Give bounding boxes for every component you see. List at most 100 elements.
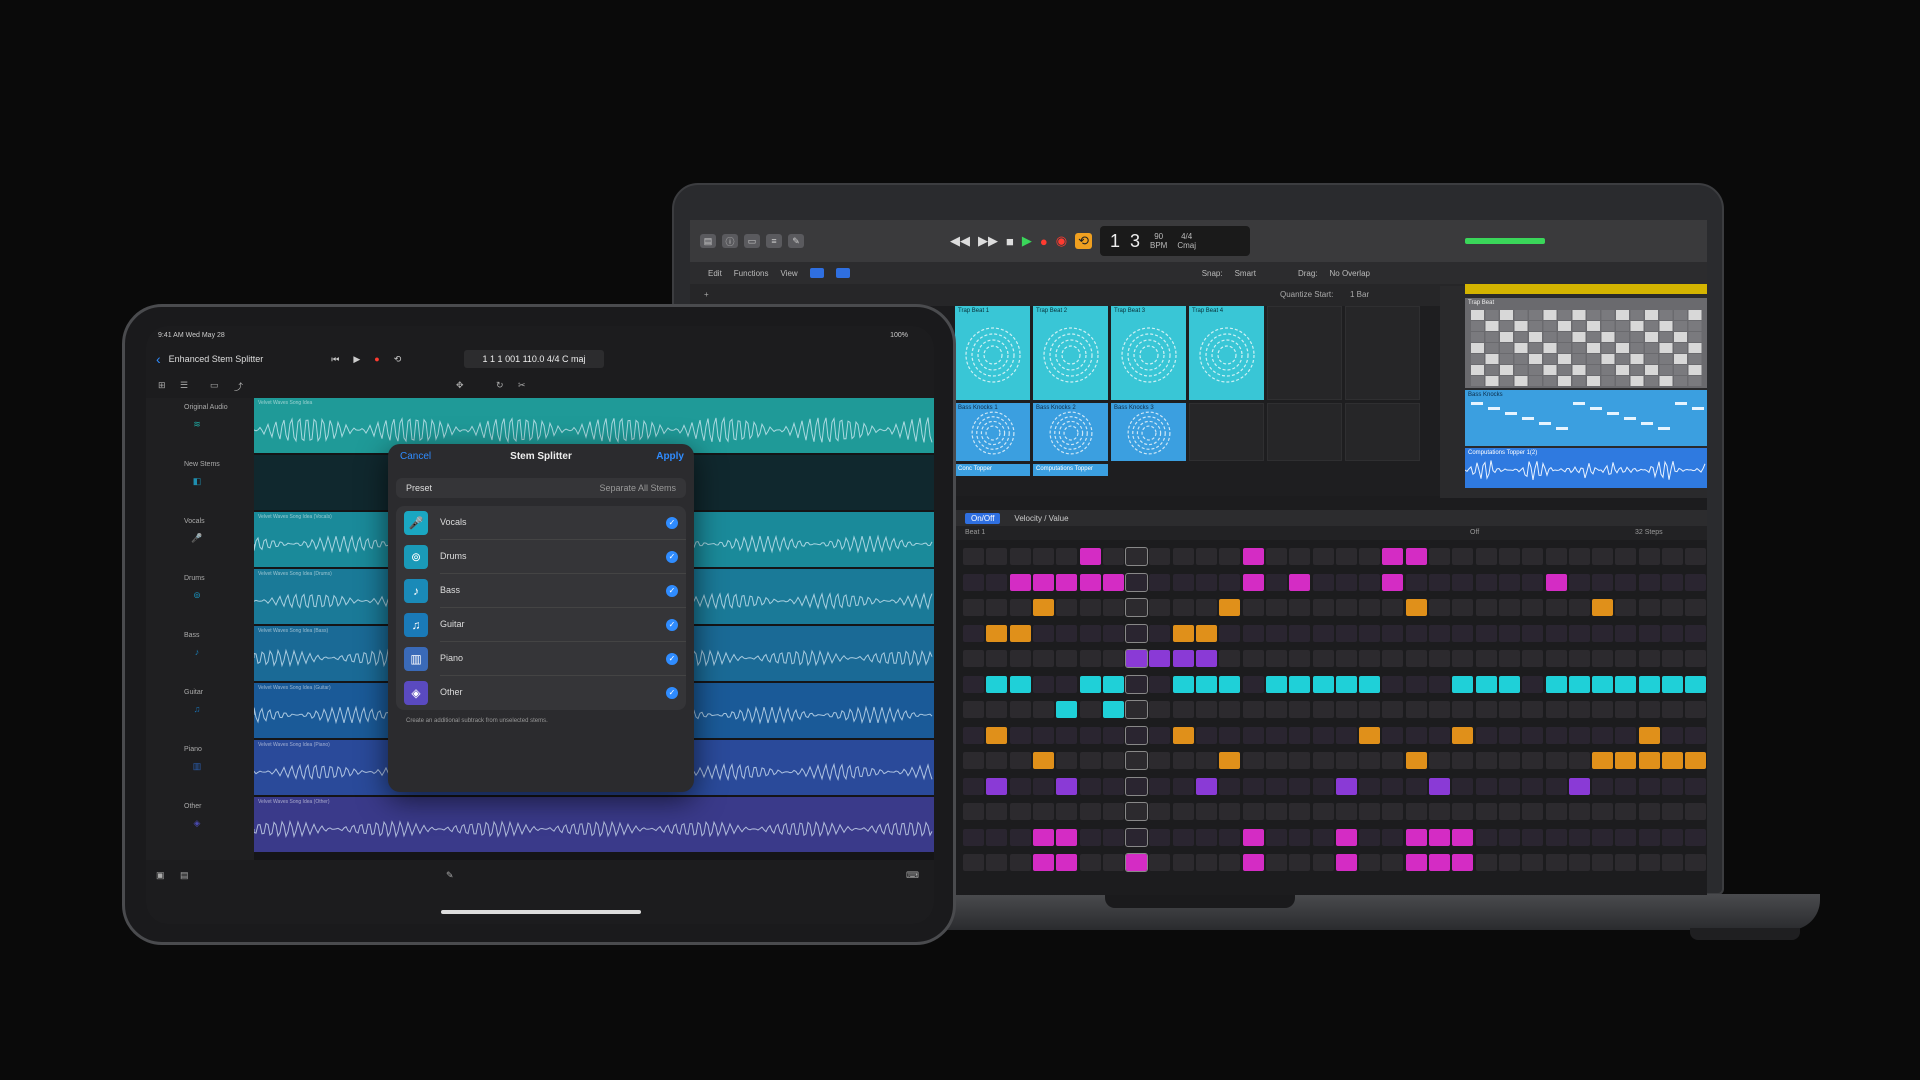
sequencer-step[interactable]	[1335, 675, 1357, 693]
sequencer-step[interactable]	[1242, 599, 1264, 616]
sequencer-step[interactable]	[1172, 803, 1194, 820]
sequencer-step[interactable]	[1242, 777, 1264, 795]
sequencer-step[interactable]	[1079, 599, 1101, 616]
sequencer-step[interactable]	[963, 752, 984, 769]
sequencer-step[interactable]	[1032, 650, 1054, 667]
region-bass-knocks[interactable]: Bass Knocks	[1465, 390, 1707, 446]
sequencer-step[interactable]	[1056, 752, 1078, 769]
sequencer-step[interactable]	[1592, 777, 1614, 795]
sequencer-step[interactable]	[1172, 675, 1194, 693]
sequencer-step[interactable]	[1359, 675, 1381, 693]
sequencer-step[interactable]	[1125, 572, 1149, 592]
sequencer-step[interactable]	[1382, 624, 1404, 642]
sequencer-step[interactable]	[1312, 675, 1334, 693]
sequencer-step[interactable]	[1405, 752, 1427, 769]
sequencer-step[interactable]	[1405, 650, 1427, 667]
sequencer-step[interactable]	[1382, 675, 1404, 693]
sequencer-step[interactable]	[1009, 777, 1031, 795]
checkmark-icon[interactable]: ✓	[666, 585, 678, 597]
sequencer-step[interactable]	[1102, 777, 1124, 795]
sequencer-step[interactable]	[1359, 650, 1381, 667]
sequencer-step[interactable]	[1592, 573, 1614, 591]
sequencer-step[interactable]	[1079, 624, 1101, 642]
sequencer-step[interactable]	[1335, 803, 1357, 820]
sequencer-step[interactable]	[1079, 777, 1101, 795]
sequencer-step[interactable]	[1405, 854, 1427, 871]
sequencer-step[interactable]	[1335, 701, 1357, 718]
velocity-mode-select[interactable]: Velocity / Value	[1014, 514, 1068, 523]
sequencer-step[interactable]	[1196, 777, 1217, 795]
live-loop-cell[interactable]	[1345, 403, 1420, 461]
sequencer-step[interactable]	[1149, 854, 1171, 871]
sequencer-step[interactable]	[1405, 803, 1427, 820]
sequencer-step[interactable]	[1662, 726, 1683, 744]
inspector-icon[interactable]: ⓘ	[722, 234, 738, 248]
sequencer-step[interactable]	[1592, 675, 1614, 693]
sequencer-step[interactable]	[1125, 649, 1149, 668]
live-loop-cell[interactable]	[1189, 403, 1264, 461]
timeline-ruler[interactable]	[1465, 284, 1707, 294]
sequencer-step[interactable]	[1102, 573, 1124, 591]
sequencer-step[interactable]	[1475, 777, 1497, 795]
sequencer-step[interactable]	[1102, 828, 1124, 846]
sequencer-step[interactable]	[1475, 599, 1497, 616]
sequencer-step[interactable]	[1359, 828, 1381, 846]
sequencer-step[interactable]	[1498, 548, 1520, 565]
snap-icon[interactable]: ✥	[456, 380, 464, 391]
checkmark-icon[interactable]: ✓	[666, 517, 678, 529]
sequencer-step[interactable]	[1289, 599, 1311, 616]
sequencer-step[interactable]	[1289, 573, 1311, 591]
sequencer-step[interactable]	[1265, 777, 1287, 795]
sequencer-step[interactable]	[1335, 650, 1357, 667]
sequencer-step[interactable]	[1265, 752, 1287, 769]
sequencer-step[interactable]	[963, 624, 984, 642]
sequencer-step[interactable]	[1219, 675, 1241, 693]
sequencer-step[interactable]	[963, 650, 984, 667]
grid-view-icon[interactable]	[809, 268, 824, 278]
sequencer-step[interactable]	[1405, 624, 1427, 642]
track-header[interactable]: New Stems ◧	[154, 461, 254, 488]
sequencer-step[interactable]	[1125, 853, 1149, 872]
sequencer-step[interactable]	[1056, 548, 1078, 565]
sequencer-step[interactable]	[1079, 573, 1101, 591]
sequencer-step[interactable]	[1265, 675, 1287, 693]
sequencer-step[interactable]	[1452, 803, 1474, 820]
forward-icon[interactable]: ▶▶	[978, 233, 998, 249]
sequencer-step[interactable]	[1102, 752, 1124, 769]
sequencer-step[interactable]	[1615, 726, 1637, 744]
sequencer-step[interactable]	[1172, 548, 1194, 565]
sequencer-step[interactable]	[1102, 803, 1124, 820]
sequencer-step[interactable]	[1545, 650, 1567, 667]
stem-row-vocals[interactable]: 🎤 Vocals ✓	[396, 506, 686, 540]
sequencer-step[interactable]	[1032, 701, 1054, 718]
sequencer-step[interactable]	[1102, 624, 1124, 642]
sequencer-step[interactable]	[1498, 803, 1520, 820]
sequencer-step[interactable]	[1475, 854, 1497, 871]
sequencer-step[interactable]	[1405, 777, 1427, 795]
sequencer-step[interactable]	[1545, 675, 1567, 693]
sequencer-step[interactable]	[1335, 599, 1357, 616]
sequencer-step[interactable]	[1568, 650, 1590, 667]
sequencer-step[interactable]	[1452, 828, 1474, 846]
sequencer-step[interactable]	[1312, 573, 1334, 591]
sequencer-step[interactable]	[1079, 701, 1101, 718]
sequencer-step[interactable]	[1172, 828, 1194, 846]
sequencer-step[interactable]	[1638, 854, 1660, 871]
sequencer-step[interactable]	[963, 548, 984, 565]
sequencer-step[interactable]	[1242, 624, 1264, 642]
sequencer-step[interactable]	[1662, 854, 1683, 871]
sequencer-step[interactable]	[1242, 573, 1264, 591]
sequencer-step[interactable]	[1335, 777, 1357, 795]
sequencer-step[interactable]	[1382, 854, 1404, 871]
sequencer-step[interactable]	[1289, 675, 1311, 693]
sequencer-step[interactable]	[1662, 624, 1683, 642]
sequencer-step[interactable]	[1102, 726, 1124, 744]
sequencer-step[interactable]	[1662, 701, 1683, 718]
sequencer-step[interactable]	[1009, 548, 1031, 565]
sequencer-step[interactable]	[1382, 752, 1404, 769]
sequencer-step[interactable]	[1265, 854, 1287, 871]
sequencer-step[interactable]	[1382, 726, 1404, 744]
sequencer-step[interactable]	[1568, 548, 1590, 565]
sequencer-step[interactable]	[1172, 624, 1194, 642]
sequencer-step[interactable]	[1125, 547, 1149, 566]
